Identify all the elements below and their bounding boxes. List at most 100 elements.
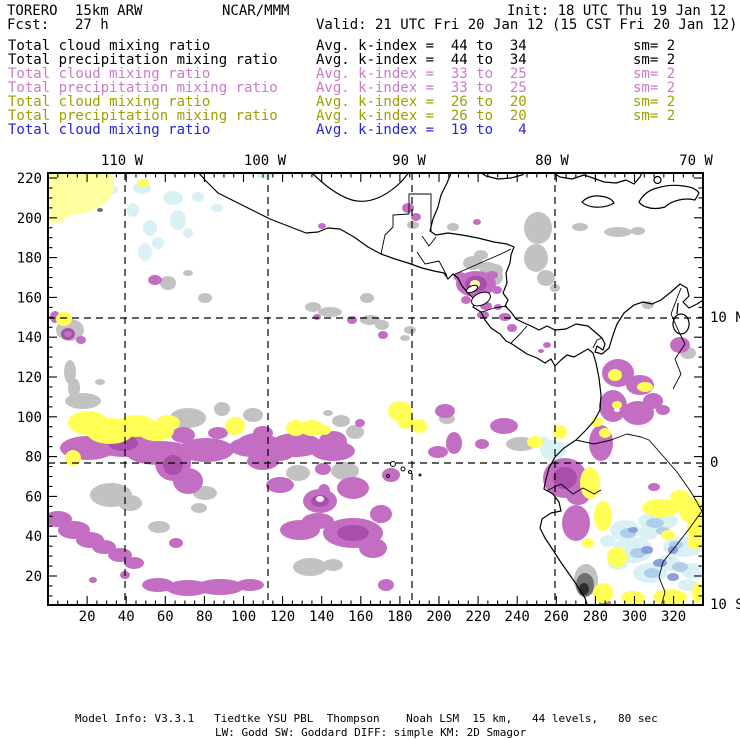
field-blob <box>638 526 658 540</box>
field-blob <box>198 293 212 303</box>
field-blob <box>400 335 410 341</box>
coastline-gulf-of-mexico <box>310 172 410 202</box>
x-axis-tick-label: 20 <box>79 609 96 625</box>
y-axis-tick-label: 200 <box>17 211 42 227</box>
fcst-value: 27 h <box>75 17 109 33</box>
field-blob <box>670 490 690 504</box>
field-blob <box>641 546 653 554</box>
field-blob <box>313 314 321 320</box>
field-blob <box>600 535 616 547</box>
field-blob <box>670 337 690 353</box>
y-axis-tick-label: 20 <box>25 569 42 585</box>
field-blob <box>266 477 294 493</box>
field-blob <box>359 538 387 558</box>
field-blob <box>370 505 392 523</box>
model-center: NCAR/MMM <box>222 3 290 19</box>
field-blob <box>631 227 645 235</box>
field-blob <box>95 379 105 385</box>
field-blob <box>247 452 279 470</box>
field-blob <box>648 483 660 491</box>
x-axis-tick-label: 160 <box>348 609 373 625</box>
island-jamaica <box>581 195 615 208</box>
init-time: Init: 18 UTC Thu 19 Jan 12 <box>507 3 727 19</box>
field-blob <box>404 326 416 334</box>
field-blob <box>65 393 101 409</box>
field-blob <box>225 417 245 435</box>
field-blob <box>323 410 333 416</box>
field-blob <box>355 419 365 427</box>
legend-field: Total cloud mixing ratio <box>8 94 211 110</box>
longitude-label: 80 W <box>535 153 569 169</box>
map-panel: 20 40 60 80 100 120 140 160 180 200 220 240 260 280 30… <box>0 145 740 645</box>
field-blob <box>143 220 157 236</box>
legend-field: Total precipitation mixing ratio <box>8 80 278 96</box>
y-axis-tick-label: 40 <box>25 529 42 545</box>
x-axis-tick-label: 60 <box>157 609 174 625</box>
longitude-label: 100 W <box>244 153 287 169</box>
field-blob <box>315 463 331 475</box>
latitude-label: 0 <box>710 455 718 471</box>
longitude-label: 110 W <box>101 153 144 169</box>
field-blob <box>428 446 448 458</box>
field-blob <box>346 425 364 439</box>
field-blob <box>447 223 459 231</box>
field-blob <box>490 418 518 434</box>
field-blob <box>628 527 638 533</box>
y-axis-tick-label: 100 <box>17 410 42 426</box>
model-name: TORERO <box>7 3 58 19</box>
field-blob <box>89 577 97 583</box>
field-blob <box>612 401 622 409</box>
legend-sm: sm= 2 <box>633 80 676 96</box>
field-blob <box>163 455 183 475</box>
field-blob <box>211 204 223 212</box>
field-blob <box>687 537 703 549</box>
field-blob <box>661 530 675 540</box>
field-blob <box>191 503 207 513</box>
legend-field: Total precipitation mixing ratio <box>8 52 278 68</box>
field-blob <box>543 342 551 348</box>
legend-field: Total cloud mixing ratio <box>8 66 211 82</box>
x-axis-tick-label: 180 <box>387 609 412 625</box>
legend-stat: Avg. k-index = 33 to 25 <box>316 80 527 96</box>
map-svg: 20 40 60 80 100 120 140 160 180 200 220 240 260 280 30… <box>17 153 740 625</box>
legend-stat: Avg. k-index = 19 to 4 <box>316 122 527 138</box>
field-blob <box>594 501 612 531</box>
field-blob <box>243 408 263 422</box>
field-blob <box>208 427 228 439</box>
field-blob <box>527 436 543 448</box>
legend-stat: Avg. k-index = 26 to 20 <box>316 108 527 124</box>
field-blob <box>170 210 186 230</box>
field-blob <box>599 428 611 438</box>
field-blob <box>360 293 374 303</box>
legend-sm: sm= 2 <box>633 38 676 54</box>
field-blob <box>337 525 369 541</box>
field-blob <box>196 579 244 595</box>
field-blob <box>435 404 455 418</box>
model-info-line2: LW: Godd SW: Goddard DIFF: simple KM: 2D… <box>215 726 527 739</box>
field-blob <box>305 302 321 312</box>
field-blob <box>169 538 183 548</box>
field-blob <box>492 286 502 294</box>
field-blob <box>318 223 326 229</box>
x-axis-tick-label: 40 <box>118 609 135 625</box>
field-blob <box>160 276 176 290</box>
field-blob <box>317 425 331 435</box>
longitude-label: 70 W <box>679 153 713 169</box>
field-blob <box>407 221 419 229</box>
x-axis-tick-label: 200 <box>426 609 451 625</box>
field-blob <box>604 227 632 237</box>
y-axis-tick-label: 60 <box>25 489 42 505</box>
field-blob <box>318 307 342 317</box>
field-blob <box>572 223 588 231</box>
legend-stat: Avg. k-index = 44 to 34 <box>316 52 527 68</box>
legend-sm: sm= 2 <box>633 66 676 82</box>
field-blob <box>253 426 273 440</box>
field-blob <box>378 331 388 339</box>
field-blob <box>323 559 343 571</box>
field-blob <box>332 415 350 427</box>
field-blob <box>653 589 687 605</box>
field-blob <box>672 562 688 572</box>
field-blob <box>214 402 230 416</box>
field-blob <box>148 521 170 533</box>
field-blob <box>293 558 327 576</box>
